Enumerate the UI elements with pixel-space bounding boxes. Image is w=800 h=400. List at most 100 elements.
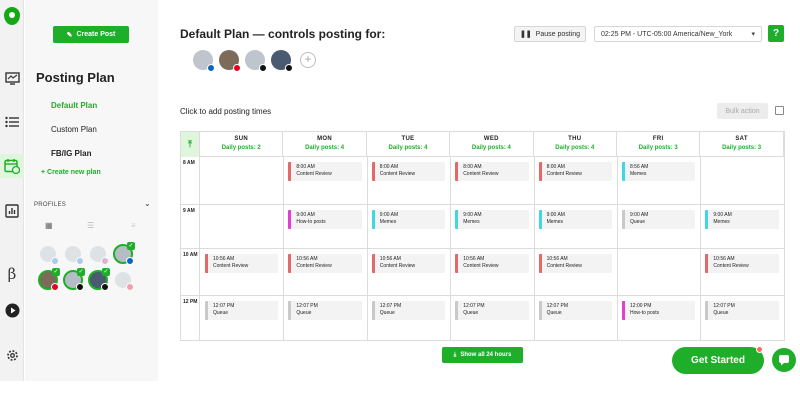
bulk-select-checkbox[interactable] [775, 106, 784, 115]
slot-category: Content Review [546, 263, 582, 269]
create-post-button[interactable]: ✎ Create Post [53, 26, 129, 43]
profile-avatar[interactable] [113, 270, 134, 291]
category-color-bar [622, 301, 625, 320]
posting-slot[interactable]: 9:00 AM Memes [455, 210, 529, 229]
profile-avatar[interactable]: ✓ [113, 242, 135, 265]
check-icon: ✓ [77, 268, 85, 276]
gear-icon[interactable] [2, 345, 22, 365]
slot-time: 9:00 AM [713, 212, 732, 218]
slot-time: 8:00 AM [379, 164, 399, 170]
posting-slot[interactable]: 12:00 PM How-to posts [622, 301, 696, 320]
posting-slot[interactable]: 12:07 PM Queue [205, 301, 279, 320]
create-new-plan-link[interactable]: + Create new plan [41, 169, 101, 176]
profile-avatar[interactable] [271, 50, 293, 72]
category-color-bar [538, 210, 542, 229]
column-divider [283, 157, 285, 340]
plan-item-default[interactable]: Default Plan [51, 101, 97, 110]
pause-label: Pause posting [535, 30, 581, 38]
timezone-value: 02:25 PM - UTC-05:00 America/New_York [601, 30, 733, 38]
posting-slot[interactable]: 12:07 PM Queue [705, 301, 779, 320]
column-divider [450, 157, 452, 340]
category-color-bar [205, 301, 208, 320]
category-color-bar [371, 210, 375, 229]
slot-category: Queue [213, 310, 229, 316]
slot-time: 12:07 PM [296, 303, 318, 309]
plan-item-custom[interactable]: Custom Plan [51, 125, 97, 134]
show-all-label: Show all 24 hours [460, 352, 512, 358]
posting-slot[interactable]: 8:56 AM Memes [622, 162, 696, 181]
pause-posting-button[interactable]: ❚❚ Pause posting [514, 26, 586, 42]
grid-view-icon[interactable]: ▦ [45, 221, 53, 230]
profile-avatar[interactable] [245, 50, 267, 72]
posting-slot[interactable]: 10:56 AM Content Review [288, 254, 362, 273]
posting-slot[interactable]: 9:00 AM How-to posts [288, 210, 362, 229]
play-icon[interactable] [2, 300, 22, 320]
posting-slot[interactable]: 9:00 AM Memes [538, 210, 612, 229]
day-column-header-mon: MON Daily posts: 4 [283, 132, 367, 157]
profile-avatar[interactable]: ✓ [88, 268, 110, 291]
calendar-icon[interactable] [0, 154, 24, 178]
slot-category: Content Review [463, 171, 499, 177]
list-icon[interactable] [2, 112, 22, 132]
posting-slot[interactable]: 12:07 PM Queue [288, 301, 362, 320]
profile-avatar[interactable] [63, 244, 84, 265]
slot-category: Content Review [213, 263, 249, 269]
category-color-bar [288, 301, 292, 320]
posting-slot[interactable]: 10:56 AM Content Review [538, 254, 612, 273]
analytics-icon[interactable] [2, 201, 22, 221]
compact-view-icon[interactable]: ≡ [131, 221, 136, 230]
chevron-down-icon[interactable]: ⌄ [144, 199, 151, 208]
create-post-label: Create Post [76, 31, 116, 38]
beta-icon[interactable]: β [2, 264, 22, 284]
slot-time: 10:56 AM [213, 256, 235, 262]
profile-avatar[interactable] [88, 244, 109, 265]
posting-slot[interactable]: 9:00 AM Memes [371, 210, 446, 229]
posting-slot[interactable]: 12:07 PM Queue [371, 301, 446, 320]
profile-avatar[interactable] [193, 50, 215, 72]
slot-category: Content Review [546, 171, 582, 177]
help-button[interactable]: ? [768, 25, 784, 42]
add-profile-icon[interactable]: + [300, 52, 316, 68]
day-column-header-sat: SAT Daily posts: 3 [700, 132, 784, 157]
posting-slot[interactable]: 10:56 AM Content Review [371, 254, 446, 273]
category-color-bar [455, 210, 459, 229]
column-divider [700, 157, 702, 340]
timezone-select[interactable]: 02:25 PM - UTC-05:00 America/New_York ▾ [594, 26, 762, 42]
profile-avatar[interactable]: ✓ [63, 268, 85, 291]
plan-item-fb-ig[interactable]: FB/IG Plan [51, 149, 91, 158]
slot-time: 9:00 AM [296, 212, 315, 218]
posting-slot[interactable]: 10:56 AM Content Review [205, 254, 279, 273]
posting-slot[interactable]: 10:56 AM Content Review [705, 254, 779, 273]
pencil-icon: ✎ [66, 31, 73, 39]
posting-slot[interactable]: 8:00 AM Content Review [371, 162, 446, 181]
expand-hours-icon[interactable]: ⤒ [181, 132, 200, 157]
slot-category: Queue [379, 310, 395, 316]
pause-icon: ❚❚ [519, 31, 532, 38]
profile-avatar[interactable] [38, 244, 59, 265]
posting-slot[interactable]: 8:00 AM Content Review [538, 162, 612, 181]
calendar-header: ⤒ SUN Daily posts: 2 MON Daily posts: 4 TUE D… [181, 132, 784, 157]
category-color-bar [538, 301, 542, 320]
slot-time: 9:00 AM [463, 212, 482, 218]
slot-category: Content Review [713, 263, 749, 269]
posting-slot[interactable]: 12:07 PM Queue [455, 301, 529, 320]
posting-slot[interactable]: 8:00 AM Content Review [455, 162, 529, 181]
posting-slot[interactable]: 8:00 AM Content Review [288, 162, 362, 181]
show-all-hours-button[interactable]: ⤓ Show all 24 hours [442, 347, 523, 363]
get-started-button[interactable]: Get Started [672, 347, 764, 374]
app-logo-icon[interactable] [2, 6, 22, 26]
day-column-header-thu: THU Daily posts: 4 [534, 132, 617, 157]
posting-slot[interactable]: 9:00 AM Memes [705, 210, 779, 229]
bulk-action-button[interactable]: Bulk action [717, 103, 768, 119]
profile-avatar[interactable]: ✓ [38, 268, 60, 291]
expand-icon: ⤓ [453, 351, 457, 358]
slot-category: Memes [379, 219, 397, 225]
posting-slot[interactable]: 10:56 AM Content Review [455, 254, 529, 273]
check-icon: ✓ [102, 268, 110, 276]
list-view-icon[interactable]: ☰ [87, 221, 94, 230]
dashboard-icon[interactable] [2, 68, 22, 88]
posting-slot[interactable]: 9:00 AM Queue [622, 210, 696, 229]
posting-slot[interactable]: 12:07 PM Queue [538, 301, 612, 320]
profile-avatar[interactable] [219, 50, 241, 72]
chat-icon[interactable] [772, 348, 796, 372]
